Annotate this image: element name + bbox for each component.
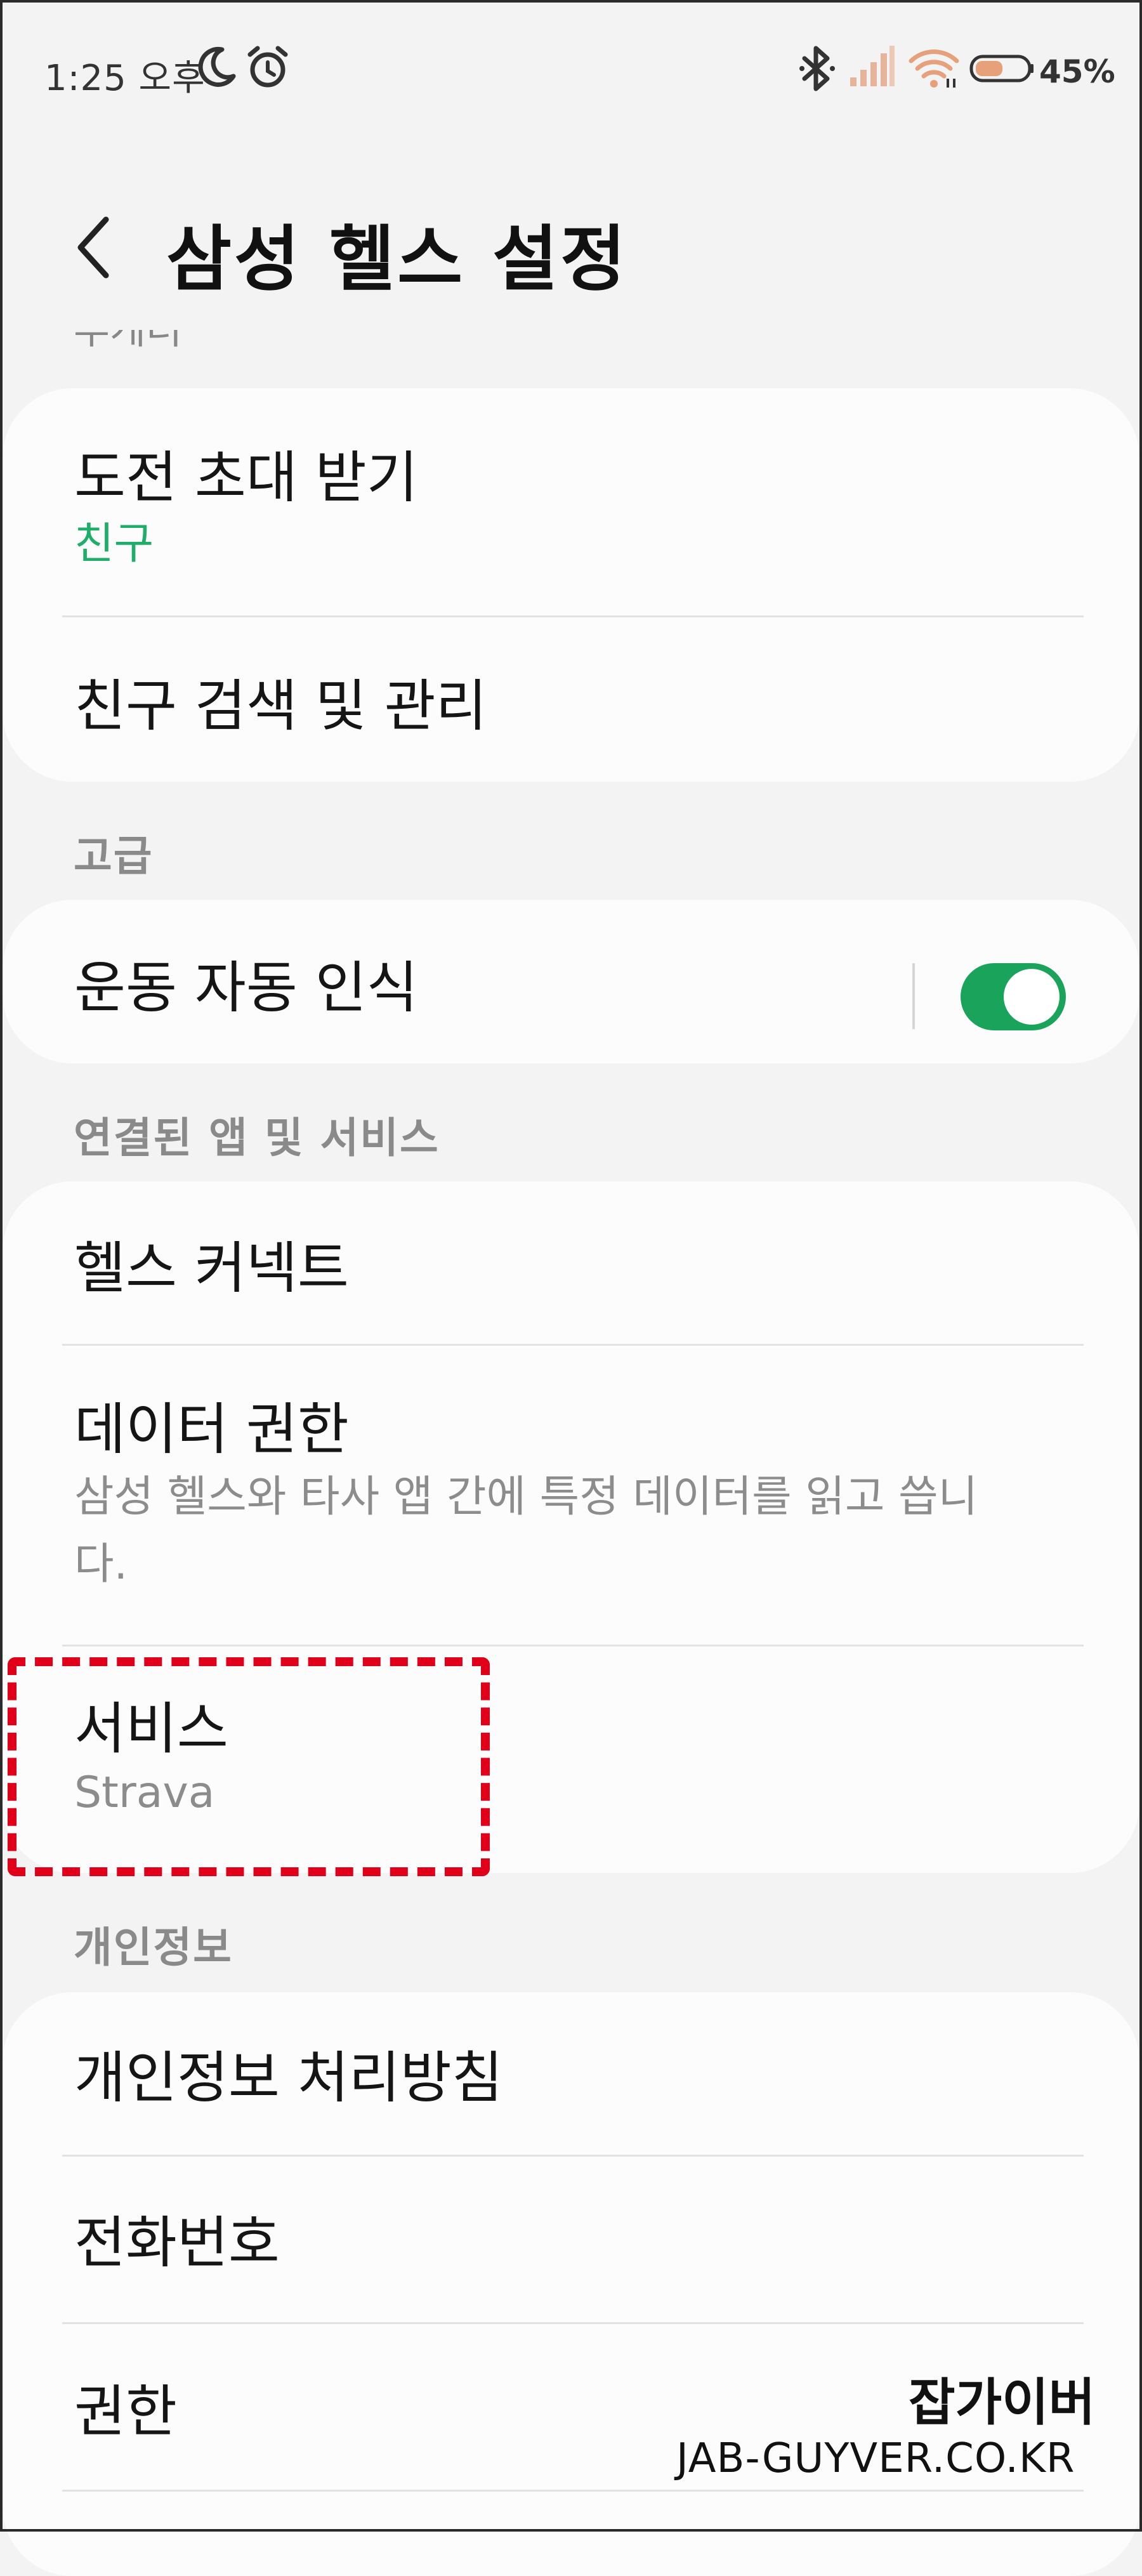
- divider: [62, 2155, 1084, 2157]
- watermark-korean: 잡가이버: [909, 2373, 1096, 2432]
- vertical-separator: [912, 963, 915, 1029]
- section-header-advanced: 고급: [74, 832, 154, 881]
- row-title: 헬스 커넥트: [74, 1235, 349, 1301]
- divider: [62, 1344, 1084, 1346]
- card-privacy: 개인정보 처리방침 전화번호 권한: [3, 1992, 1139, 2576]
- row-friends-search[interactable]: 친구 검색 및 관리: [3, 618, 1139, 782]
- row-title: 개인정보 처리방침: [74, 2045, 503, 2110]
- row-title: 전화번호: [74, 2210, 280, 2275]
- row-title: 운동 자동 인식: [74, 955, 418, 1020]
- status-bar: 1:25 오후 45%: [0, 0, 1142, 140]
- auto-detect-toggle[interactable]: [961, 963, 1066, 1030]
- divider: [62, 1645, 1084, 1646]
- divider: [62, 2322, 1084, 2324]
- wifi-icon: [909, 44, 959, 93]
- watermark-url: JAB-GUYVER.CO.KR: [676, 2435, 1075, 2482]
- row-auto-detect-workouts[interactable]: 운동 자동 인식: [3, 900, 1139, 1063]
- page-title: 삼성 헬스 설정: [166, 218, 629, 301]
- row-title: 도전 초대 받기: [74, 445, 418, 510]
- row-title: 데이터 권한: [74, 1396, 349, 1462]
- row-subtitle: 친구: [74, 519, 154, 569]
- section-header-privacy: 개인정보: [74, 1923, 233, 1972]
- row-title: 권한: [74, 2379, 177, 2444]
- bluetooth-icon: [798, 44, 836, 95]
- row-data-permissions[interactable]: 데이터 권한 삼성 헬스와 타사 앱 간에 특정 데이터를 읽고 씁니 다.: [3, 1346, 1139, 1645]
- row-title: 친구 검색 및 관리: [74, 673, 487, 739]
- row-health-connect[interactable]: 헬스 커넥트: [3, 1181, 1139, 1344]
- moon-icon: [194, 44, 239, 91]
- section-header-together: 투게더: [74, 330, 182, 363]
- row-title: 서비스: [74, 1696, 228, 1761]
- card-together: 도전 초대 받기 친구 친구 검색 및 관리: [3, 388, 1139, 782]
- battery-percentage: 45%: [1039, 53, 1115, 90]
- row-subtitle-line1: 삼성 헬스와 타사 앱 간에 특정 데이터를 읽고 씁니: [74, 1472, 978, 1522]
- row-privacy-policy[interactable]: 개인정보 처리방침: [3, 1992, 1139, 2155]
- card-advanced: 운동 자동 인식: [3, 900, 1139, 1063]
- signal-icon: [849, 44, 895, 91]
- back-chevron-icon: [77, 216, 109, 279]
- back-button[interactable]: [67, 209, 124, 286]
- divider: [62, 615, 1084, 617]
- row-challenge-invites[interactable]: 도전 초대 받기 친구: [3, 388, 1139, 617]
- card-connected-apps: 헬스 커넥트 데이터 권한 삼성 헬스와 타사 앱 간에 특정 데이터를 읽고 …: [3, 1181, 1139, 1873]
- divider: [62, 2490, 1084, 2492]
- toggle-knob: [1004, 969, 1060, 1025]
- row-subtitle-line2: 다.: [74, 1539, 128, 1589]
- alarm-icon: [245, 44, 291, 93]
- battery-icon: [969, 55, 1034, 85]
- row-services[interactable]: 서비스 Strava: [3, 1647, 1139, 1873]
- row-subtitle: Strava: [74, 1768, 215, 1818]
- section-header-connected-apps: 연결된 앱 및 서비스: [74, 1114, 440, 1162]
- row-phone-number[interactable]: 전화번호: [3, 2157, 1139, 2322]
- status-time: 1:25 오후: [44, 58, 206, 99]
